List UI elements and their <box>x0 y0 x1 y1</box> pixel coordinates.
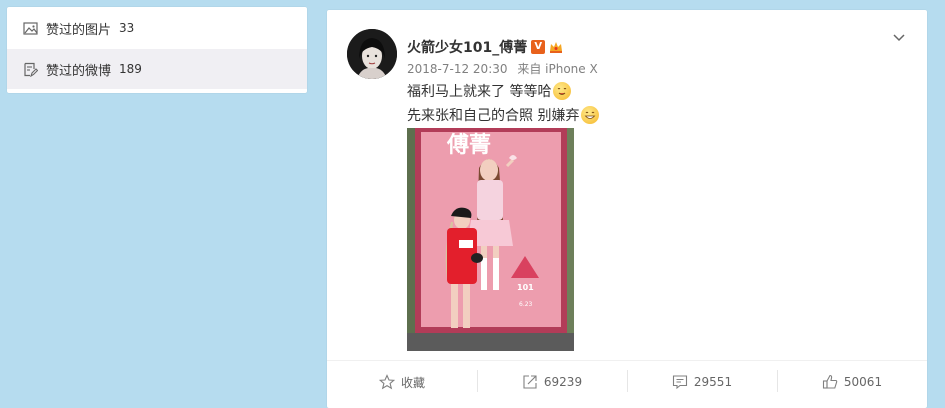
post-text: 福利马上就来了 等等哈 <box>407 84 552 100</box>
vip-crown-icon <box>548 39 564 55</box>
username-text[interactable]: 火箭少女101_傅菁 <box>407 37 527 57</box>
verified-badge: V <box>531 40 546 54</box>
like-count: 50061 <box>843 375 883 389</box>
weibo-post-card: 火箭少女101_傅菁 V 2018-7-12 20:30 来自 iPhone X… <box>327 10 927 408</box>
post-text-line-1: 福利马上就来了 等等哈 <box>407 81 572 101</box>
poster-title: 傅菁 <box>446 133 491 158</box>
post-date[interactable]: 2018-7-12 20:30 <box>407 62 508 76</box>
sidebar-item-liked-posts[interactable]: 赞过的微博 189 <box>7 49 307 89</box>
repost-count: 69239 <box>543 375 583 389</box>
thumbs-up-icon <box>822 374 838 390</box>
favorite-label: 收藏 <box>400 375 425 390</box>
chevron-down-icon[interactable] <box>891 29 907 45</box>
sidebar-item-liked-images[interactable]: 赞过的图片 33 <box>7 8 307 48</box>
favorite-button[interactable]: 收藏 <box>327 361 477 403</box>
post-image[interactable]: 傅菁 101 6.23 <box>407 128 574 351</box>
like-button[interactable]: 50061 <box>777 361 927 403</box>
grin-emoji-icon <box>581 106 600 124</box>
yummy-emoji-icon <box>553 82 572 100</box>
liked-sidebar: 赞过的图片 33 赞过的微博 189 <box>7 7 307 93</box>
post-meta: 2018-7-12 20:30 来自 iPhone X <box>407 60 604 77</box>
comment-button[interactable]: 29551 <box>627 361 777 403</box>
edit-note-icon <box>23 62 38 77</box>
post-text: 先来张和自己的合照 别嫌弃 <box>407 108 580 124</box>
comment-icon <box>672 374 688 390</box>
poster-date: 6.23 <box>519 301 533 308</box>
post-source: 来自 iPhone X <box>517 62 598 76</box>
sidebar-item-label: 赞过的微博 <box>46 63 112 79</box>
image-icon <box>23 21 38 36</box>
repost-icon <box>522 374 538 390</box>
poster-logo: 101 <box>517 283 534 292</box>
sidebar-item-label: 赞过的图片 <box>46 22 112 38</box>
avatar[interactable] <box>347 29 397 79</box>
post-action-bar: 收藏 69239 29551 50061 <box>327 360 927 403</box>
sidebar-item-count: 189 <box>119 62 142 76</box>
post-text-line-2: 先来张和自己的合照 别嫌弃 <box>407 105 600 125</box>
star-icon <box>378 374 395 390</box>
repost-button[interactable]: 69239 <box>477 361 627 403</box>
comment-count: 29551 <box>693 375 733 389</box>
sidebar-item-count: 33 <box>119 21 135 35</box>
username[interactable]: 火箭少女101_傅菁 V <box>407 37 564 57</box>
